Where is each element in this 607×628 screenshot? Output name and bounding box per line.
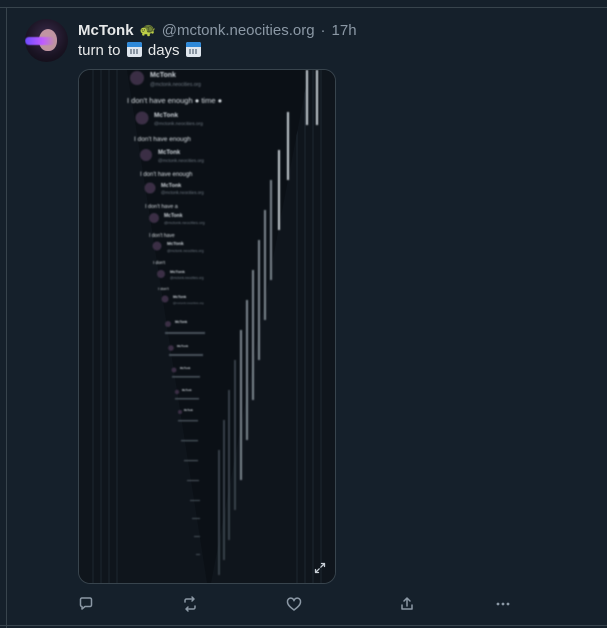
svg-text:I don't have enough: I don't have enough [134,136,191,143]
display-name[interactable]: McTonk [78,22,134,39]
post-time[interactable]: 17h [332,22,357,39]
post-text-start: turn to [78,42,121,59]
user-handle[interactable]: @mctonk.neocities.org [162,22,315,39]
svg-text:I don't have: I don't have [149,233,175,239]
svg-text:McTonk: McTonk [167,241,184,246]
svg-text:I don't have enough ● time ●: I don't have enough ● time ● [127,96,222,105]
svg-text:McTonk: McTonk [184,409,194,412]
avatar[interactable] [25,19,68,62]
svg-text:@mctonk.neocities.org: @mctonk.neocities.org [154,121,203,127]
separator: · [320,21,326,39]
bottom-divider [0,625,607,626]
svg-text:I don't have enough: I don't have enough [140,172,193,178]
svg-text:McTonk: McTonk [158,150,181,156]
left-divider [6,7,7,628]
svg-text:McTonk: McTonk [161,183,182,189]
svg-text:@mctonk.neocities.org: @mctonk.neocities.org [173,301,204,305]
svg-text:@mctonk.neocities.org: @mctonk.neocities.org [150,82,201,88]
calendar-icon [126,42,142,57]
svg-text:I don't: I don't [153,260,166,265]
svg-text:McTonk: McTonk [154,112,178,119]
svg-text:McTonk: McTonk [175,320,187,324]
svg-text:McTonk: McTonk [150,72,176,79]
svg-text:@mctonk.neocities.org: @mctonk.neocities.org [167,249,204,253]
calendar-icon [185,42,201,57]
expand-icon[interactable] [311,559,329,577]
recursive-screenshot-image: McTonk McTonk McTonk McTonk McTonk McTon… [79,70,335,583]
reply-icon[interactable] [76,594,96,614]
like-icon[interactable] [284,594,304,614]
svg-text:McTonk: McTonk [173,295,186,299]
top-divider [0,7,607,8]
svg-text:@mctonk.neocities.org: @mctonk.neocities.org [161,190,204,195]
repost-icon[interactable] [180,594,200,614]
svg-text:@mctonk.neocities.org: @mctonk.neocities.org [158,158,204,163]
post-text: turn to days [78,42,203,59]
svg-text:@mctonk.neocities.org: @mctonk.neocities.org [164,220,205,225]
post-header: McTonk 🐢 @mctonk.neocities.org · 17h [78,20,357,40]
svg-text:McTonk: McTonk [182,388,192,392]
svg-text:@mctonk.neocities.org: @mctonk.neocities.org [170,276,204,280]
post-text-middle: days [147,42,180,59]
avatar-glasses [25,37,55,45]
svg-text:McTonk: McTonk [170,269,186,274]
share-icon[interactable] [397,594,417,614]
svg-text:McTonk: McTonk [164,213,183,219]
svg-text:McTonk: McTonk [180,366,191,370]
svg-text:I don't: I don't [158,286,170,291]
turtle-badge-icon: 🐢 [139,22,156,37]
more-icon[interactable] [493,594,513,614]
post-image[interactable]: McTonk McTonk McTonk McTonk McTonk McTon… [78,69,336,584]
svg-text:McTonk: McTonk [177,344,188,348]
svg-text:I don't have a: I don't have a [145,204,179,210]
action-bar [0,594,607,614]
